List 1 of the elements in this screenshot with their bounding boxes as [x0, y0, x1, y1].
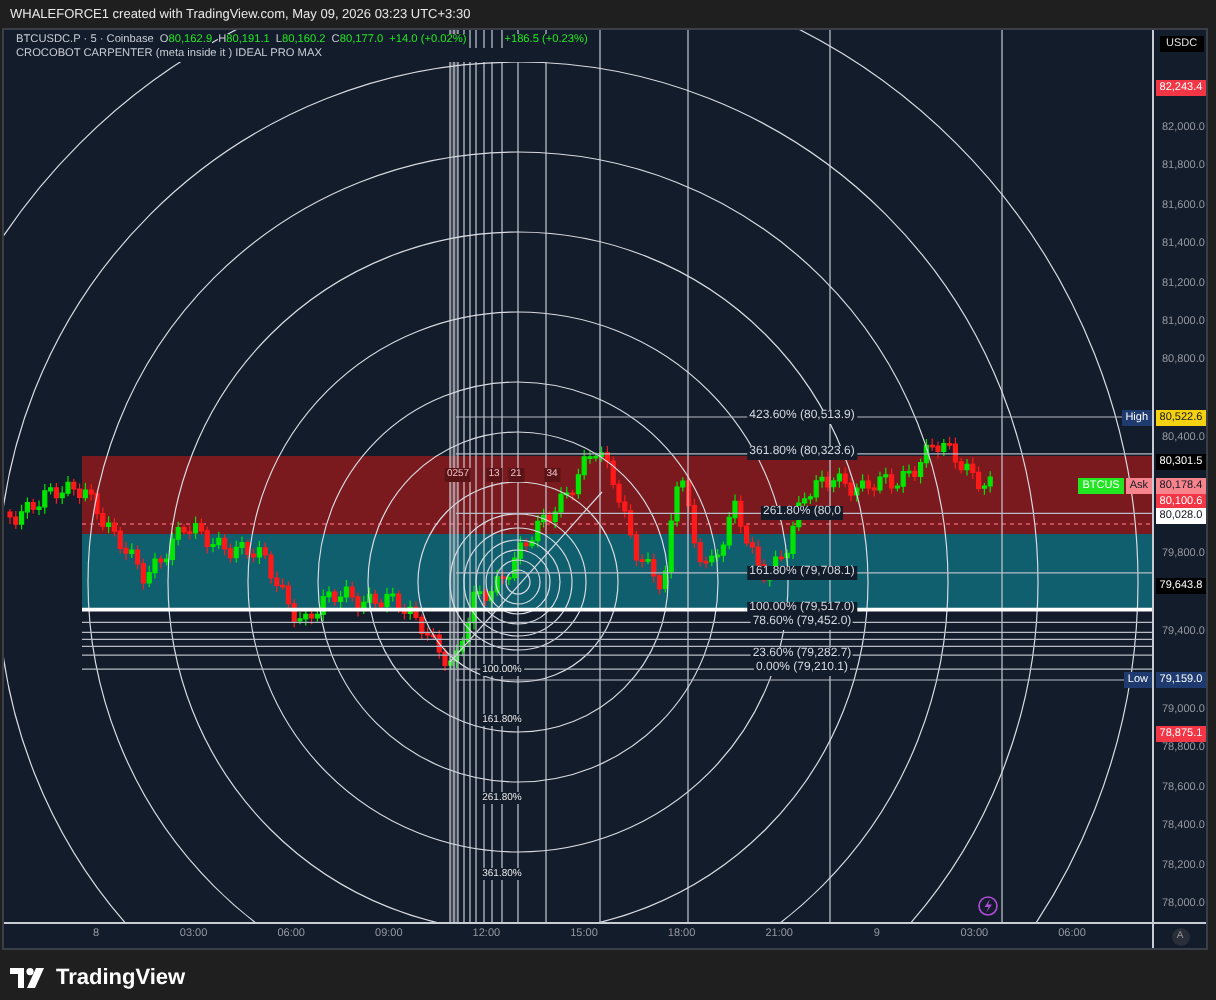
brand-name: TradingView [56, 966, 186, 990]
